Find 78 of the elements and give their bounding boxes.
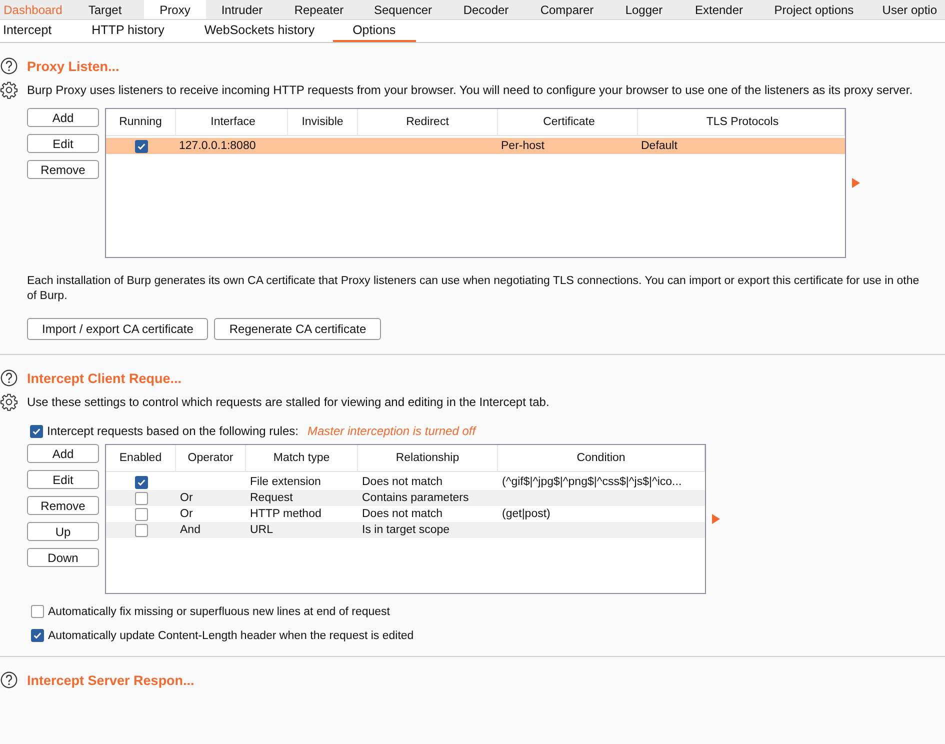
column-header[interactable]: TLS Protocols: [638, 109, 845, 135]
checkbox[interactable]: [31, 629, 44, 642]
checkbox[interactable]: [31, 605, 44, 618]
main-tab[interactable]: Decoder: [446, 0, 526, 19]
help-icon[interactable]: [0, 57, 18, 75]
table-action-button[interactable]: Up: [27, 522, 99, 541]
table-action-button[interactable]: Edit: [27, 134, 99, 153]
table-cell: Does not match: [362, 476, 443, 488]
table-cell: And: [180, 524, 200, 536]
settings-icon[interactable]: [0, 393, 18, 411]
sub-tab[interactable]: HTTP history: [80, 20, 192, 42]
certificate-note: Each installation of Burp generates its own CA certificate that Proxy listeners can use when negotiating TLS connections. You can import or export this certificate for use in othe of Burp.: [27, 274, 920, 304]
expand-arrow-icon[interactable]: [852, 178, 860, 188]
table-cell: Does not match: [362, 508, 443, 520]
column-header[interactable]: Relationship: [358, 445, 498, 471]
column-header[interactable]: Operator: [176, 445, 246, 471]
table-action-button[interactable]: Down: [27, 548, 99, 567]
checkbox[interactable]: [30, 424, 43, 438]
section-description: Burp Proxy uses listeners to receive incoming HTTP requests from your browser. You will need to configure your browser to use one of the listeners as its proxy server.: [27, 83, 913, 97]
section-description: Use these settings to control which requests are stalled for viewing and editing in the Intercept tab.: [27, 395, 550, 409]
table-cell: Contains parameters: [362, 492, 469, 504]
table-cell: Or: [180, 508, 193, 520]
expand-arrow-icon[interactable]: [712, 514, 720, 524]
table-action-button[interactable]: Remove: [27, 496, 99, 515]
checkbox-label: Automatically update Content-Length header when the request is edited: [48, 630, 414, 642]
certificate-button[interactable]: Regenerate CA certificate: [214, 318, 382, 340]
checkbox[interactable]: [134, 140, 148, 152]
main-tab[interactable]: User optio: [870, 0, 939, 19]
table-cell: 127.0.0.1:8080: [179, 140, 256, 152]
table-cell: URL: [250, 524, 274, 536]
checkbox[interactable]: [134, 476, 148, 488]
main-tab[interactable]: Intruder: [206, 0, 278, 19]
column-header[interactable]: Condition: [498, 445, 705, 471]
help-icon[interactable]: [0, 369, 18, 387]
table-cell: Per-host: [501, 140, 544, 152]
main-tab[interactable]: Project options: [758, 0, 870, 19]
column-header[interactable]: Invisible: [288, 109, 358, 135]
checkbox[interactable]: [134, 508, 148, 520]
table-cell: (get|post): [502, 508, 550, 520]
main-tab[interactable]: Target: [66, 0, 144, 19]
table-cell: Or: [180, 492, 193, 504]
table-cell: Default: [641, 140, 678, 152]
column-header[interactable]: Certificate: [498, 109, 638, 135]
section-title: Intercept Client Reque...: [27, 370, 182, 386]
column-header[interactable]: Interface: [176, 109, 288, 135]
main-tab[interactable]: Sequencer: [360, 0, 446, 19]
table-cell: (^gif$|^jpg$|^png$|^css$|^js$|^ico...: [502, 476, 682, 488]
sub-tab[interactable]: WebSockets history: [192, 20, 333, 42]
table-action-button[interactable]: Remove: [27, 160, 99, 179]
table-action-button[interactable]: Edit: [27, 470, 99, 489]
table-action-button[interactable]: Add: [27, 108, 99, 127]
main-tab[interactable]: Logger: [608, 0, 680, 19]
section-title: Intercept Server Respon...: [27, 672, 194, 688]
settings-icon[interactable]: [0, 81, 18, 99]
table-cell: File extension: [250, 476, 321, 488]
main-tab[interactable]: Comparer: [526, 0, 608, 19]
checkbox[interactable]: [134, 524, 148, 536]
status-text: Master interception is turned off: [307, 424, 476, 438]
checkbox-label: Intercept requests based on the following rules:: [47, 424, 298, 438]
certificate-button[interactable]: Import / export CA certificate: [27, 318, 208, 340]
checkbox-label: Automatically fix missing or superfluous new lines at end of request: [48, 606, 390, 618]
main-tab[interactable]: Extender: [680, 0, 758, 19]
checkbox[interactable]: [134, 492, 148, 504]
help-icon[interactable]: [0, 671, 18, 689]
table-cell: Request: [250, 492, 293, 504]
column-header[interactable]: Match type: [246, 445, 358, 471]
main-tab[interactable]: Repeater: [278, 0, 360, 19]
main-tab[interactable]: Proxy: [144, 0, 206, 19]
table-cell: HTTP method: [250, 508, 322, 520]
table-cell: Is in target scope: [362, 524, 450, 536]
column-header[interactable]: Running: [106, 109, 176, 135]
section-title: Proxy Listen...: [27, 58, 120, 74]
column-header[interactable]: Redirect: [358, 109, 498, 135]
sub-tab[interactable]: Options: [332, 20, 416, 42]
sub-tab[interactable]: Intercept: [0, 20, 80, 42]
column-header[interactable]: Enabled: [106, 445, 176, 471]
table-action-button[interactable]: Add: [27, 444, 99, 463]
table-row[interactable]: 127.0.0.1:8080 Per-host Default: [106, 138, 845, 154]
